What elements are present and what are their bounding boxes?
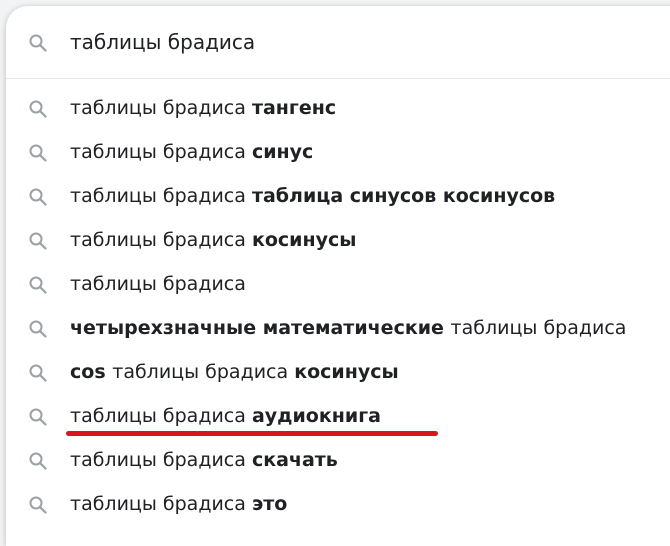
suggestion-text: cos таблицы брадиса косинусы [70,358,399,386]
suggestion-bold-part: косинусы [251,229,357,251]
suggestion-bold-part: синус [251,141,314,163]
search-bar[interactable]: таблицы брадиса [6,6,670,79]
search-icon [28,451,48,471]
search-dropdown: таблицы брадиса таблицы брадиса тангенс т… [6,6,670,546]
suggestion-item[interactable]: таблицы брадиса синус [6,132,670,176]
search-icon [28,187,48,207]
search-icon [28,363,48,383]
suggestion-text: таблицы брадиса таблица синусов косинусо… [70,182,555,210]
search-icon [28,33,48,53]
suggestion-text: таблицы брадиса косинусы [70,226,356,254]
suggestion-plain-part: таблицы брадиса [70,141,252,163]
suggestion-item[interactable]: таблицы брадиса это [6,484,670,528]
suggestion-bold-part: таблица синусов косинусов [251,185,556,207]
suggestion-plain-part: таблицы брадиса [70,229,252,251]
suggestion-bold-part: аудиокнига [251,405,381,427]
suggestion-text: таблицы брадиса тангенс [70,94,336,122]
suggestion-text: таблицы брадиса скачать [70,446,338,474]
suggestion-item[interactable]: четырехзначные математические таблицы бр… [6,308,670,352]
search-icon [28,407,48,427]
suggestion-text: таблицы брадиса аудиокнига [70,402,381,430]
suggestion-text: таблицы брадиса это [70,490,287,518]
suggestion-bold-part: четырехзначные математические [70,317,451,339]
red-underline-mark [66,431,438,436]
suggestion-plain-part: таблицы брадиса [450,317,627,339]
suggestion-item[interactable]: таблицы брадиса аудиокнига [6,396,670,440]
suggestion-bold-part: cos [70,361,113,383]
suggestion-plain-part: таблицы брадиса [70,97,252,119]
suggestion-plain-part: таблицы брадиса [112,361,295,383]
search-icon [28,319,48,339]
suggestion-plain-part: таблицы брадиса [70,493,252,515]
suggestion-list: таблицы брадиса тангенс таблицы брадиса с… [6,88,670,528]
suggestion-item[interactable]: таблицы брадиса скачать [6,440,670,484]
suggestion-plain-part: таблицы брадиса [70,273,246,295]
suggestion-item[interactable]: таблицы брадиса косинусы [6,220,670,264]
suggestion-bold-part: тангенс [251,97,337,119]
suggestion-bold-part: это [251,493,288,515]
suggestion-bold-part: скачать [251,449,338,471]
suggestion-item[interactable]: таблицы брадиса [6,264,670,308]
suggestion-text: таблицы брадиса [70,270,246,298]
suggestion-text: четырехзначные математические таблицы бр… [70,314,626,342]
suggestion-bold-part: косинусы [294,361,399,383]
search-icon [28,143,48,163]
search-input[interactable]: таблицы брадиса [70,28,255,56]
suggestion-plain-part: таблицы брадиса [70,449,252,471]
suggestion-item[interactable]: cos таблицы брадиса косинусы [6,352,670,396]
search-icon [28,231,48,251]
search-icon [28,99,48,119]
suggestion-text: таблицы брадиса синус [70,138,313,166]
search-icon [28,275,48,295]
suggestion-plain-part: таблицы брадиса [70,185,252,207]
search-icon [28,495,48,515]
suggestion-item[interactable]: таблицы брадиса таблица синусов косинусо… [6,176,670,220]
suggestion-item[interactable]: таблицы брадиса тангенс [6,88,670,132]
suggestion-plain-part: таблицы брадиса [70,405,252,427]
